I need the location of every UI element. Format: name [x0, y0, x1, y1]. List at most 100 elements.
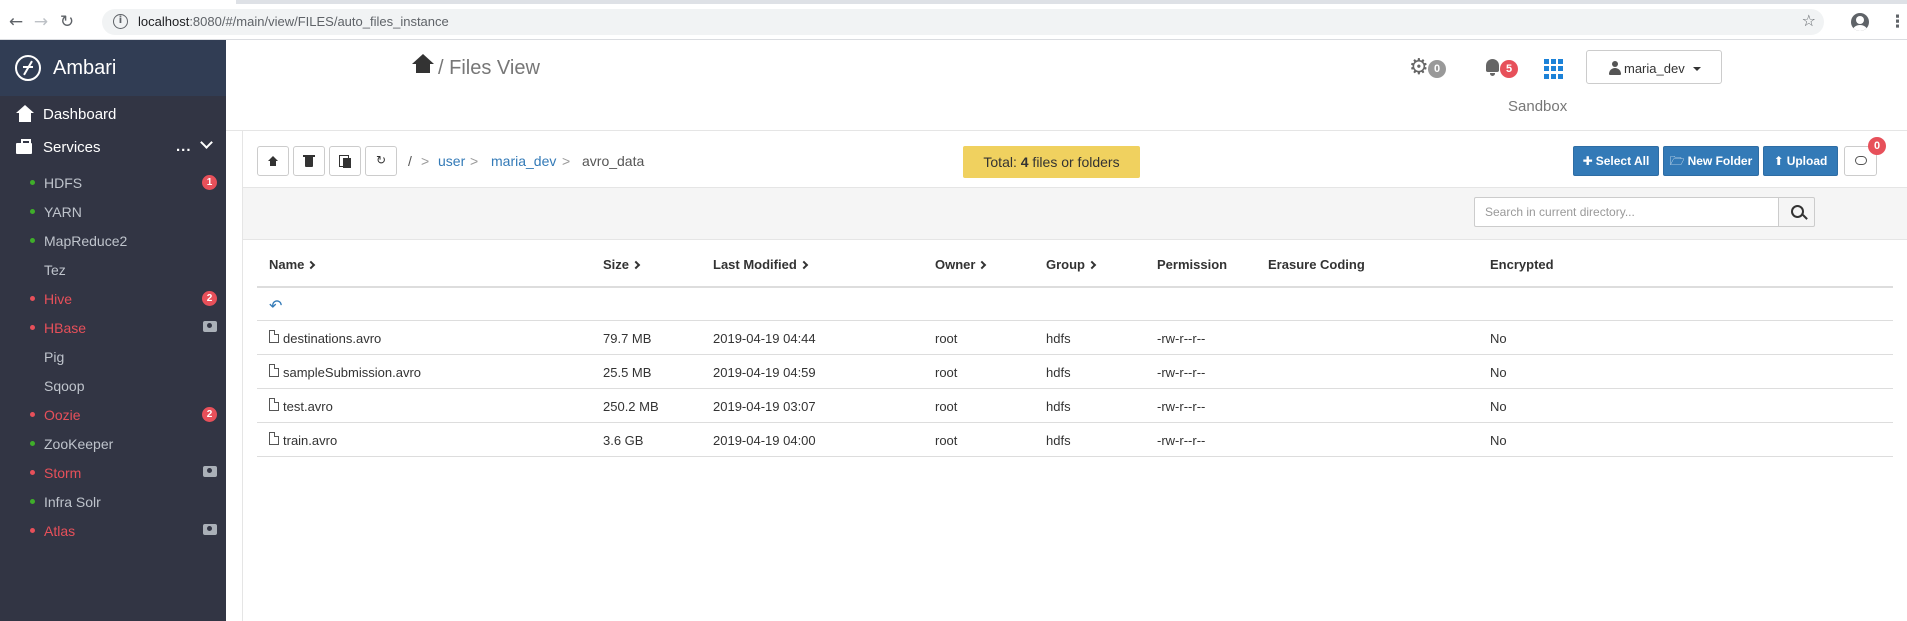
maintenance-mode-icon: [203, 321, 217, 332]
home-icon[interactable]: [412, 54, 434, 76]
status-dot-icon: [30, 470, 35, 475]
alert-count-badge[interactable]: 2: [202, 407, 217, 422]
path-current: avro_data: [582, 153, 645, 169]
sidebar-item-label: Hive: [44, 291, 73, 307]
reload-icon[interactable]: ↻: [56, 11, 78, 33]
back-arrow-icon[interactable]: ←: [5, 11, 27, 33]
browser-menu-icon[interactable]: ⋮: [1889, 11, 1906, 33]
file-size: 250.2 MB: [603, 399, 659, 414]
chevron-down-icon[interactable]: [200, 136, 213, 149]
table-row[interactable]: sampleSubmission.avro 25.5 MB 2019-04-19 0…: [257, 355, 1893, 389]
column-name[interactable]: Name: [269, 257, 316, 272]
path-separator: >: [470, 153, 479, 169]
comment-icon: [1855, 156, 1867, 165]
table-row[interactable]: test.avro 250.2 MB 2019-04-19 03:07 root hdf…: [257, 389, 1893, 423]
file-icon: [269, 432, 279, 445]
views-grid-icon[interactable]: [1544, 59, 1564, 79]
sidebar-item-label: ZooKeeper: [44, 436, 114, 452]
sidebar-item-dashboard[interactable]: Dashboard: [0, 97, 226, 133]
user-menu-button[interactable]: maria_dev: [1586, 50, 1722, 84]
go-home-button[interactable]: [257, 146, 289, 176]
file-modified: 2019-04-19 04:44: [713, 331, 816, 346]
table-row[interactable]: destinations.avro 79.7 MB 2019-04-19 04:44…: [257, 321, 1893, 355]
user-name: maria_dev: [1624, 61, 1685, 76]
file-icon: [269, 398, 279, 411]
column-last-modified[interactable]: Last Modified: [713, 257, 809, 272]
forward-arrow-icon[interactable]: →: [30, 11, 52, 33]
view-name: Files View: [449, 57, 540, 79]
search-input[interactable]: [1474, 197, 1779, 227]
column-size[interactable]: Size: [603, 257, 641, 272]
file-icon: [269, 330, 279, 343]
status-dot-icon: [30, 412, 35, 417]
file-name: destinations.avro: [283, 331, 382, 346]
column-owner[interactable]: Owner: [935, 257, 987, 272]
brand[interactable]: Ambari: [0, 40, 226, 96]
ops-count-badge[interactable]: 0: [1428, 60, 1446, 78]
sidebar-item-atlas[interactable]: Atlas: [0, 513, 226, 548]
file-permission: -rw-r--r--: [1157, 331, 1206, 346]
refresh-icon: ↻: [375, 153, 387, 167]
site-info-icon[interactable]: i: [113, 14, 128, 29]
cluster-name: Sandbox: [1508, 98, 1568, 115]
upload-button[interactable]: ⬆ Upload: [1763, 146, 1838, 176]
sidebar-item-label: Tez: [44, 262, 66, 278]
address-bar[interactable]: i localhost:8080/#/main/view/FILES/auto_…: [102, 9, 1824, 35]
maintenance-mode-icon: [203, 524, 217, 535]
path-segment-user[interactable]: user: [438, 153, 465, 169]
profile-avatar-icon[interactable]: [1851, 13, 1869, 31]
services-actions-icon[interactable]: ...: [176, 138, 192, 155]
background-ops-gear-icon[interactable]: ⚙: [1409, 57, 1429, 79]
file-name: test.avro: [283, 399, 333, 414]
file-owner: root: [935, 365, 958, 380]
file-owner: root: [935, 331, 958, 346]
file-encrypted: No: [1490, 331, 1507, 346]
column-group[interactable]: Group: [1046, 257, 1097, 272]
alert-count-badge[interactable]: 2: [202, 291, 217, 306]
sidebar-item-label: Services: [43, 139, 101, 156]
sidebar-item-label: Storm: [44, 465, 82, 481]
path-root[interactable]: /: [408, 153, 412, 169]
go-up-arrow-icon[interactable]: ↶: [269, 296, 282, 315]
new-folder-button[interactable]: 🗁 New Folder: [1663, 146, 1759, 176]
sidebar-item-services[interactable]: Services ...: [0, 130, 226, 166]
select-all-button[interactable]: ✚ Select All: [1573, 146, 1659, 176]
path-segment-maria-dev[interactable]: maria_dev: [491, 153, 556, 169]
file-group: hdfs: [1046, 433, 1071, 448]
file-name: sampleSubmission.avro: [283, 365, 422, 380]
alert-count-badge[interactable]: 1: [202, 175, 217, 190]
status-dot-icon: [30, 325, 35, 330]
file-group: hdfs: [1046, 399, 1071, 414]
chevron-right-icon: [978, 260, 987, 270]
file-modified: 2019-04-19 04:00: [713, 433, 816, 448]
search-bar: [243, 188, 1907, 240]
alerts-count-badge[interactable]: 5: [1500, 60, 1518, 78]
sidebar-item-label: HDFS: [44, 175, 83, 191]
column-permission: Permission: [1157, 257, 1228, 272]
chevron-right-icon: [799, 260, 809, 270]
address-url[interactable]: localhost:8080/#/main/view/FILES/auto_fi…: [138, 14, 449, 29]
sidebar-item-label: YARN: [44, 204, 82, 220]
sidebar-item-label: Oozie: [44, 407, 81, 423]
sidebar-item-label: Atlas: [44, 523, 76, 539]
search-icon[interactable]: [1778, 197, 1815, 227]
bookmark-star-icon[interactable]: ☆: [1802, 11, 1816, 30]
file-owner: root: [935, 399, 958, 414]
notifications-badge[interactable]: 0: [1868, 137, 1886, 155]
file-modified: 2019-04-19 04:59: [713, 365, 816, 380]
status-dot-icon: [30, 296, 35, 301]
parent-directory-row[interactable]: ↶: [257, 288, 1893, 321]
ambari-logo-icon: [15, 55, 41, 81]
status-dot-icon: [30, 180, 35, 185]
trash-button[interactable]: [293, 146, 325, 176]
files-toolbar: ↻ / > user > maria_dev > avro_data Total…: [243, 131, 1907, 188]
table-header: Name Size Last Modified Owner Group Perm…: [257, 240, 1893, 288]
table-row[interactable]: train.avro 3.6 GB 2019-04-19 04:00 root hdfs…: [257, 423, 1893, 457]
copy-path-button[interactable]: [329, 146, 361, 176]
file-permission: -rw-r--r--: [1157, 399, 1206, 414]
file-encrypted: No: [1490, 399, 1507, 414]
files-panel: ↻ / > user > maria_dev > avro_data Total…: [242, 131, 1907, 621]
path-separator: >: [421, 153, 430, 169]
refresh-button[interactable]: ↻: [365, 146, 397, 176]
file-encrypted: No: [1490, 365, 1507, 380]
